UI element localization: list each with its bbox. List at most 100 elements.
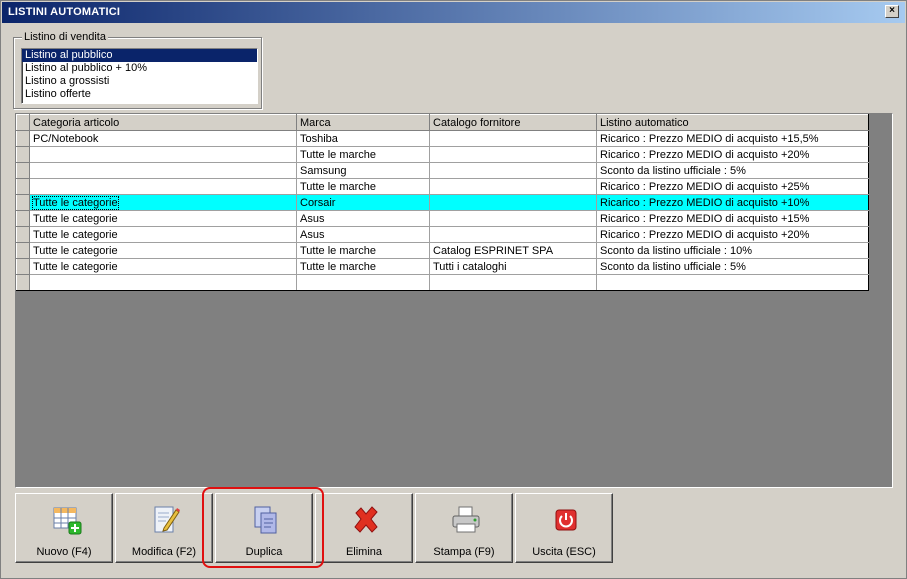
- cell-brand-text: Asus: [300, 212, 325, 225]
- cell-supplier-catalog[interactable]: [429, 226, 597, 243]
- cell-brand[interactable]: Asus: [296, 210, 430, 227]
- cell-category[interactable]: Tutte le categorie: [29, 226, 297, 243]
- cell-brand[interactable]: Tutte le marche: [296, 242, 430, 259]
- cell-category-text: PC/Notebook: [33, 132, 99, 145]
- cell-category[interactable]: [29, 178, 297, 195]
- column-header-brand[interactable]: Marca: [296, 114, 430, 131]
- cell-auto-price-list-text: Ricarico : Prezzo MEDIO di acquisto +25%: [600, 180, 810, 193]
- cell-category[interactable]: [29, 274, 297, 291]
- price-list-item[interactable]: Listino a grossisti: [22, 75, 257, 88]
- cell-brand[interactable]: [296, 274, 430, 291]
- price-list-listbox[interactable]: Listino al pubblico Listino al pubblico +…: [21, 48, 258, 104]
- cell-category-text: Tutte le categorie: [33, 260, 118, 273]
- cell-category[interactable]: Tutte le categorie: [29, 210, 297, 227]
- table-row[interactable]: Tutte le categorie Asus Ricarico : Prezzo …: [16, 210, 869, 227]
- cell-supplier-catalog[interactable]: Tutti i cataloghi: [429, 258, 597, 275]
- cell-brand-text: Samsung: [300, 164, 347, 177]
- cell-category[interactable]: PC/Notebook: [29, 130, 297, 147]
- cell-category[interactable]: Tutte le categorie: [29, 242, 297, 259]
- column-header-supplier-catalog[interactable]: Catalogo fornitore: [429, 114, 597, 131]
- row-header-corner: [16, 114, 30, 131]
- cell-category-text: Tutte le categorie: [33, 244, 118, 257]
- close-button[interactable]: ×: [885, 5, 899, 18]
- row-selector[interactable]: [16, 210, 30, 227]
- table-row[interactable]: [16, 274, 869, 291]
- row-selector[interactable]: [16, 258, 30, 275]
- cell-brand-text: Asus: [300, 228, 325, 241]
- cell-brand-text: Corsair: [300, 196, 336, 209]
- cell-brand[interactable]: Samsung: [296, 162, 430, 179]
- cell-category-text: Tutte le categorie: [33, 212, 118, 225]
- price-list-item[interactable]: Listino al pubblico: [22, 49, 257, 62]
- delete-button[interactable]: Elimina: [315, 493, 413, 563]
- cell-supplier-catalog[interactable]: [429, 210, 597, 227]
- new-button-label: Nuovo (F4): [36, 546, 92, 558]
- print-button[interactable]: Stampa (F9): [415, 493, 513, 563]
- cell-brand-text: Toshiba: [300, 132, 338, 145]
- cell-auto-price-list-text: Ricarico : Prezzo MEDIO di acquisto +15,…: [600, 132, 819, 145]
- cell-brand[interactable]: Tutte le marche: [296, 258, 430, 275]
- edit-button[interactable]: Modifica (F2): [115, 493, 213, 563]
- price-list-item[interactable]: Listino al pubblico + 10%: [22, 62, 257, 75]
- cell-brand[interactable]: Toshiba: [296, 130, 430, 147]
- cell-brand-text: Tutte le marche: [300, 244, 377, 257]
- cell-category[interactable]: [29, 146, 297, 163]
- price-list-item[interactable]: Listino offerte: [22, 88, 257, 101]
- column-header-auto-price-list[interactable]: Listino automatico: [596, 114, 869, 131]
- cell-auto-price-list[interactable]: Ricarico : Prezzo MEDIO di acquisto +10%: [596, 194, 869, 211]
- cell-auto-price-list[interactable]: Ricarico : Prezzo MEDIO di acquisto +15,…: [596, 130, 869, 147]
- cell-supplier-catalog[interactable]: Catalog ESPRINET SPA: [429, 242, 597, 259]
- cell-auto-price-list[interactable]: Ricarico : Prezzo MEDIO di acquisto +20%: [596, 146, 869, 163]
- column-header-category[interactable]: Categoria articolo: [29, 114, 297, 131]
- cell-brand-text: Tutte le marche: [300, 148, 377, 161]
- cell-brand[interactable]: Asus: [296, 226, 430, 243]
- cell-category[interactable]: Tutte le categorie: [29, 258, 297, 275]
- new-button[interactable]: Nuovo (F4): [15, 493, 113, 563]
- cell-supplier-catalog[interactable]: [429, 162, 597, 179]
- row-selector[interactable]: [16, 162, 30, 179]
- cell-supplier-catalog[interactable]: [429, 274, 597, 291]
- row-selector[interactable]: [16, 194, 30, 211]
- cell-supplier-catalog[interactable]: [429, 194, 597, 211]
- table-row[interactable]: Tutte le categorie Tutte le marche Tutti i…: [16, 258, 869, 275]
- table-row[interactable]: Tutte le categorie Corsair Ricarico : Prez…: [16, 194, 869, 211]
- cell-supplier-catalog[interactable]: [429, 178, 597, 195]
- table-row[interactable]: Tutte le marche Ricarico : Prezzo MEDIO d…: [16, 178, 869, 195]
- cell-auto-price-list[interactable]: Sconto da listino ufficiale : 5%: [596, 258, 869, 275]
- annotation-highlight-ring: [202, 487, 324, 568]
- row-selector[interactable]: [16, 226, 30, 243]
- cell-auto-price-list[interactable]: Ricarico : Prezzo MEDIO di acquisto +20%: [596, 226, 869, 243]
- cell-auto-price-list[interactable]: Ricarico : Prezzo MEDIO di acquisto +15%: [596, 210, 869, 227]
- rules-grid-area[interactable]: Categoria articolo Marca Catalogo fornit…: [15, 113, 893, 488]
- table-row[interactable]: PC/Notebook Toshiba Ricarico : Prezzo MEDI…: [16, 130, 869, 147]
- cell-brand[interactable]: Tutte le marche: [296, 146, 430, 163]
- cell-category[interactable]: [29, 162, 297, 179]
- row-selector[interactable]: [16, 274, 30, 291]
- cell-auto-price-list[interactable]: [596, 274, 869, 291]
- row-selector[interactable]: [16, 146, 30, 163]
- table-row[interactable]: Tutte le categorie Asus Ricarico : Prezzo …: [16, 226, 869, 243]
- cell-auto-price-list[interactable]: Ricarico : Prezzo MEDIO di acquisto +25%: [596, 178, 869, 195]
- cell-auto-price-list-text: Sconto da listino ufficiale : 5%: [600, 260, 746, 273]
- row-selector[interactable]: [16, 130, 30, 147]
- exit-button-label: Uscita (ESC): [532, 546, 596, 558]
- cell-auto-price-list-text: Ricarico : Prezzo MEDIO di acquisto +20%: [600, 148, 810, 161]
- cell-supplier-catalog[interactable]: [429, 130, 597, 147]
- row-selector[interactable]: [16, 242, 30, 259]
- cell-category[interactable]: Tutte le categorie: [29, 194, 297, 211]
- cell-auto-price-list[interactable]: Sconto da listino ufficiale : 5%: [596, 162, 869, 179]
- cell-brand[interactable]: Corsair: [296, 194, 430, 211]
- cell-auto-price-list[interactable]: Sconto da listino ufficiale : 10%: [596, 242, 869, 259]
- cell-supplier-catalog[interactable]: [429, 146, 597, 163]
- cell-supplier-catalog-text: Tutti i cataloghi: [433, 260, 507, 273]
- table-row[interactable]: Tutte le marche Ricarico : Prezzo MEDIO d…: [16, 146, 869, 163]
- listini-automatici-window: LISTINI AUTOMATICI × Listino di vendita …: [0, 0, 907, 579]
- exit-button[interactable]: Uscita (ESC): [515, 493, 613, 563]
- grid-header-row: Categoria articolo Marca Catalogo fornit…: [16, 114, 869, 131]
- cell-brand[interactable]: Tutte le marche: [296, 178, 430, 195]
- row-selector[interactable]: [16, 178, 30, 195]
- table-row[interactable]: Samsung Sconto da listino ufficiale : 5%: [16, 162, 869, 179]
- price-list-group: Listino di vendita Listino al pubblico Li…: [13, 31, 262, 109]
- table-row[interactable]: Tutte le categorie Tutte le marche Catalog…: [16, 242, 869, 259]
- cell-auto-price-list-text: Sconto da listino ufficiale : 10%: [600, 244, 753, 257]
